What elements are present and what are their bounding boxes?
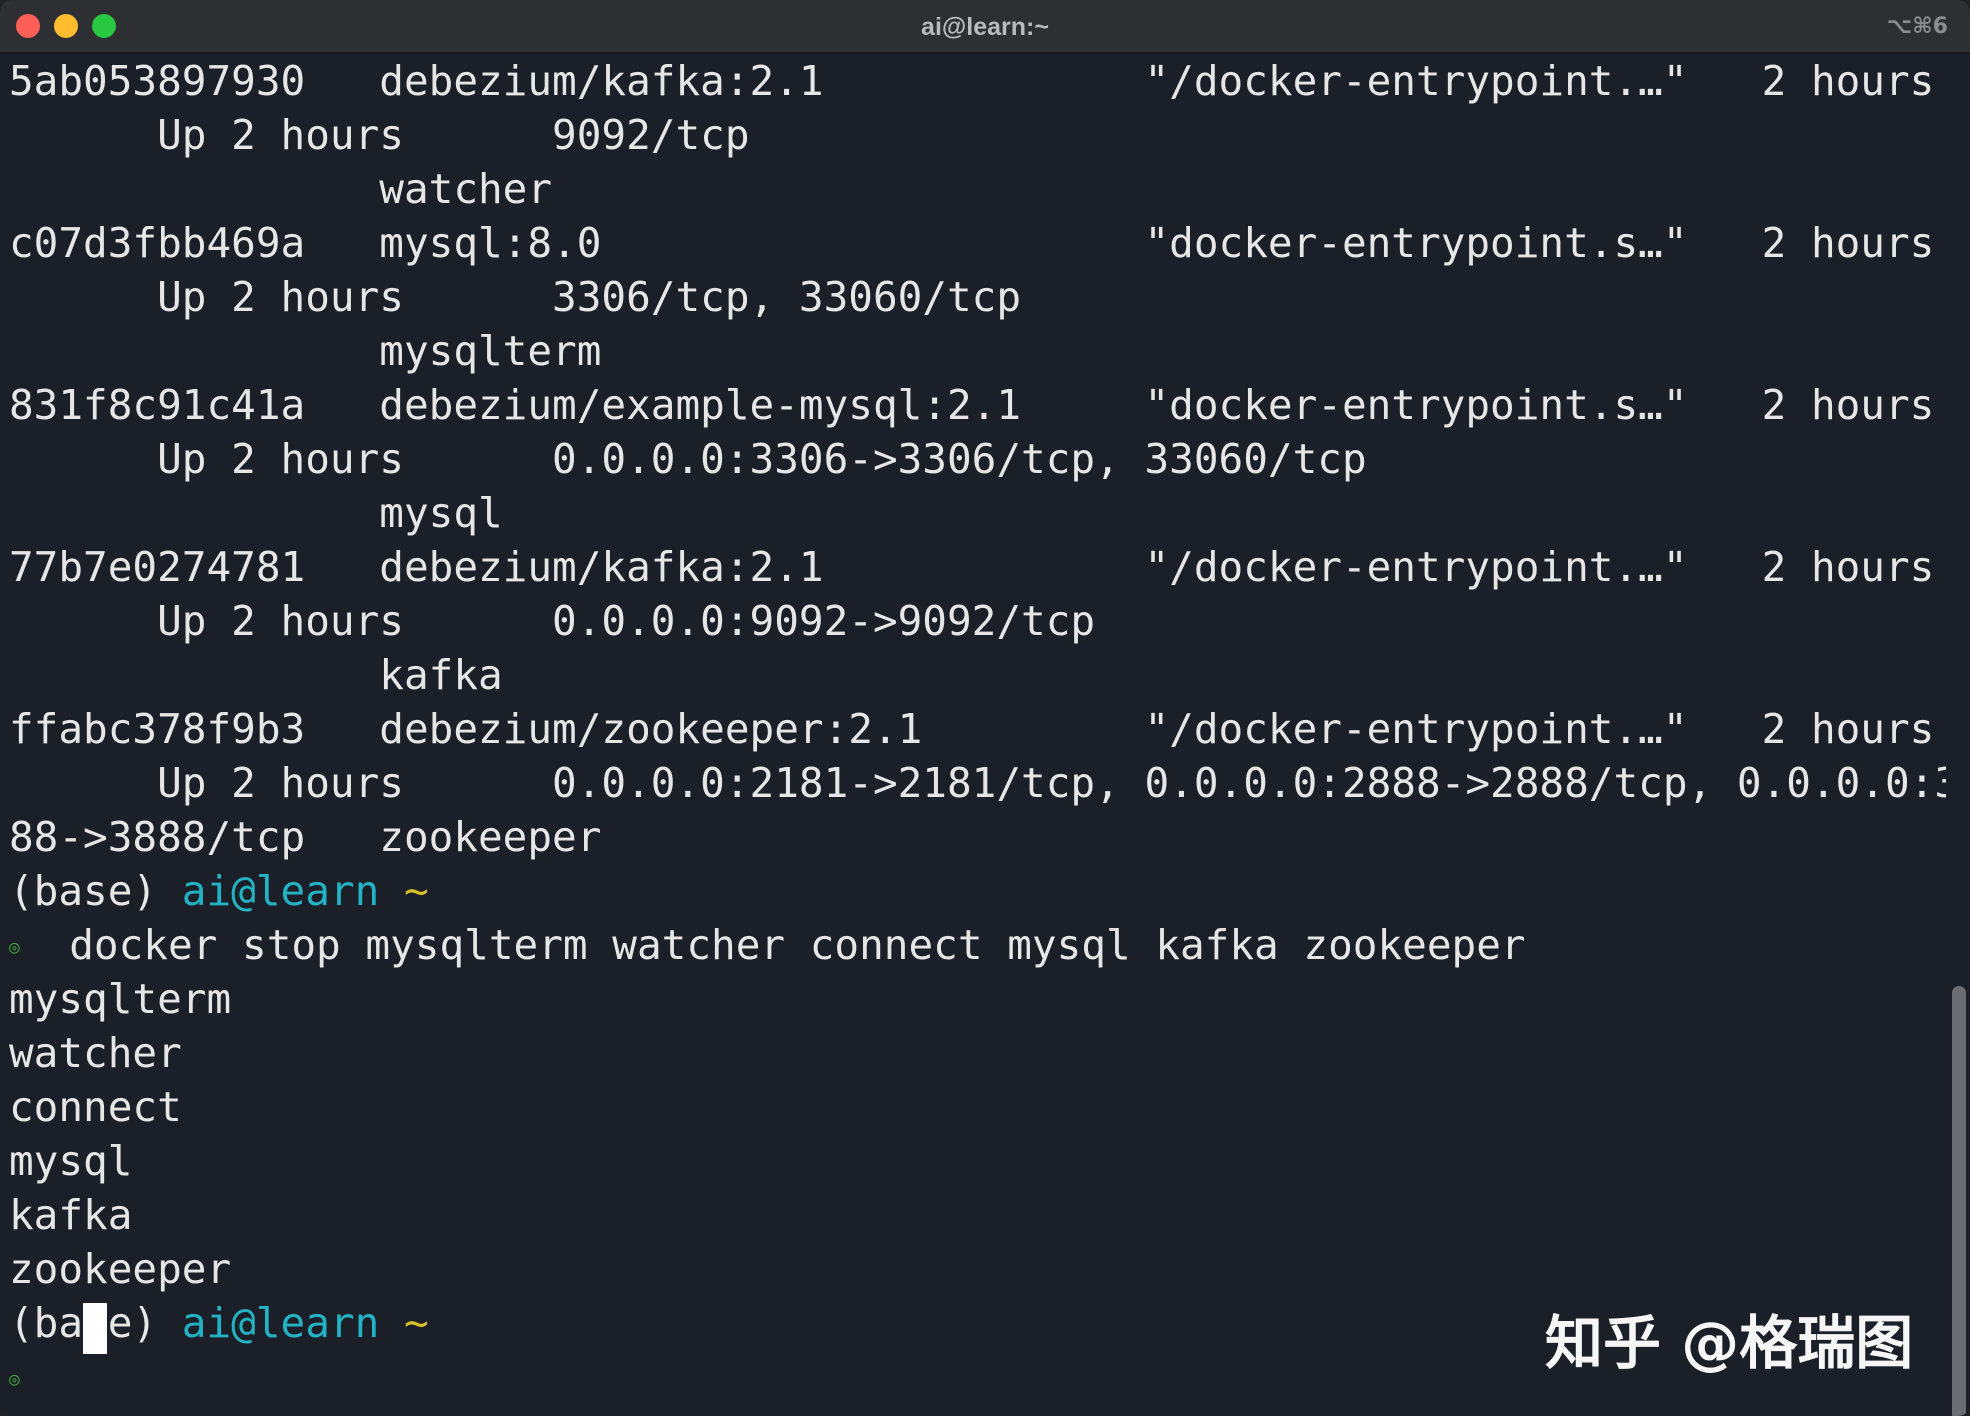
input-line[interactable]: ◎ xyxy=(9,1350,20,1404)
tab-shortcut-label: ⌥⌘6 xyxy=(1886,14,1948,39)
output-line: watcher xyxy=(9,165,553,213)
prompt-env: (base) xyxy=(9,867,182,915)
command-text: docker stop mysqlterm watcher connect my… xyxy=(69,921,1526,969)
text-cursor xyxy=(83,1303,107,1354)
output-line: Up 2 hours 9092/tcp xyxy=(9,111,750,159)
command-line: ◎ docker stop mysqlterm watcher connect … xyxy=(9,918,1526,972)
output-line: ffabc378f9b3 debezium/zookeeper:2.1 "/do… xyxy=(9,705,1970,753)
output-line: Up 2 hours 3306/tcp, 33060/tcp xyxy=(9,273,1022,321)
command-status-icon: ◎ xyxy=(9,937,20,958)
prompt-user-host: ai@learn xyxy=(181,867,380,915)
output-line: zookeeper xyxy=(9,1245,232,1293)
output-line: 77b7e0274781 debezium/kafka:2.1 "/docker… xyxy=(9,543,1970,591)
prompt-directory: ~ xyxy=(379,867,429,915)
scrollbar-thumb[interactable] xyxy=(1952,986,1966,1416)
output-line: watcher xyxy=(9,1029,182,1077)
title-bar[interactable]: ai@learn:~ ⌥⌘6 xyxy=(0,0,1970,54)
output-line: 88->3888/tcp zookeeper xyxy=(9,813,602,861)
output-line: 5ab053897930 debezium/kafka:2.1 "/docker… xyxy=(9,57,1970,105)
output-line: mysqlterm xyxy=(9,327,602,375)
shell-prompt: (base) ai@learn ~ xyxy=(9,1296,429,1350)
scrollbar-track[interactable] xyxy=(1946,54,1970,1416)
output-line: kafka xyxy=(9,1191,133,1239)
output-line: mysqlterm xyxy=(9,975,232,1023)
output-line: mysql xyxy=(9,1137,133,1185)
shell-prompt: (base) ai@learn ~ xyxy=(9,864,429,918)
output-line: Up 2 hours 0.0.0.0:3306->3306/tcp, 33060… xyxy=(9,435,1367,483)
output-line: Up 2 hours 0.0.0.0:9092->9092/tcp xyxy=(9,597,1096,645)
output-line: 831f8c91c41a debezium/example-mysql:2.1 … xyxy=(9,381,1970,429)
output-line: connect xyxy=(9,1083,182,1131)
output-line: kafka xyxy=(9,651,503,699)
window-title: ai@learn:~ xyxy=(921,13,1049,41)
watermark-text: 知乎 @格瑞图 xyxy=(1545,1309,1914,1377)
terminal-window: ai@learn:~ ⌥⌘6 5ab053897930 debezium/kaf… xyxy=(0,0,1970,1416)
terminal-content[interactable]: 5ab053897930 debezium/kafka:2.1 "/docker… xyxy=(0,54,1970,1416)
output-line: c07d3fbb469a mysql:8.0 "docker-entrypoin… xyxy=(9,219,1970,267)
output-line: Up 2 hours 0.0.0.0:2181->2181/tcp, 0.0.0… xyxy=(9,759,1970,807)
prompt-user-host: ai@learn xyxy=(181,1299,380,1347)
prompt-directory: ~ xyxy=(379,1299,429,1347)
input-status-icon: ◎ xyxy=(9,1369,20,1390)
output-line: mysql xyxy=(9,489,503,537)
